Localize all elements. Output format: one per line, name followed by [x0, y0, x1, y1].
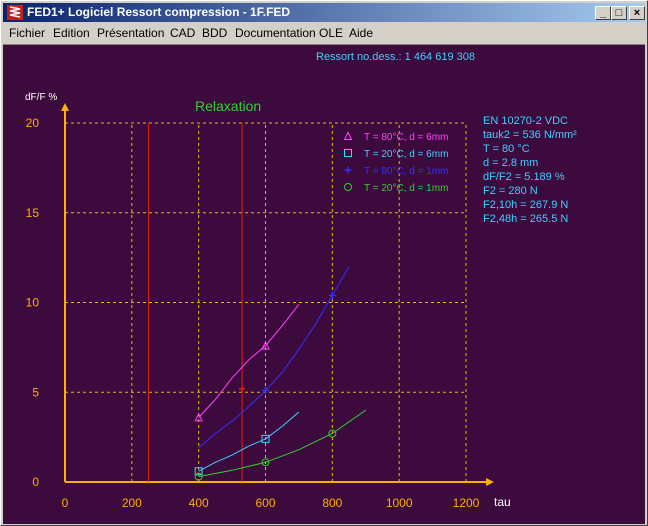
series-line-2 — [198, 411, 300, 472]
info-relaxation: dF/F2 = 5.189 % — [483, 171, 565, 183]
menu-presentation[interactable]: Présentation — [97, 26, 164, 40]
y-tick-label: 5 — [32, 385, 39, 399]
info-panel: EN 10270-2 VDC tauk2 = 536 N/mm² T = 80 … — [483, 115, 577, 225]
menu-ole[interactable]: OLE — [319, 26, 343, 40]
menu-fichier[interactable]: Fichier — [9, 26, 45, 40]
legend-entry-4: T = 20°C, d = 1mm — [364, 183, 448, 194]
chart-area: Ressort no.dess.: 1 464 619 308 Relaxati… — [3, 44, 645, 524]
data-point-3 — [328, 291, 336, 299]
y-axis-label: dF/F % — [25, 92, 57, 103]
plot-group: 0 200 400 600 800 1000 1200 0 5 10 15 20 T = 80°C, d… — [26, 103, 494, 510]
y-tick-label: 20 — [26, 116, 40, 130]
cursor-point-marker — [239, 385, 246, 392]
y-axis-arrow — [61, 103, 69, 111]
title-bar[interactable]: FED1+ Logiciel Ressort compression - 1F.… — [3, 3, 645, 22]
legend-entry-2: T = 20°C, d = 6mm — [364, 149, 448, 160]
x-axis-label: tau — [494, 495, 511, 509]
menu-documentation[interactable]: Documentation — [235, 26, 316, 40]
series-line-3 — [198, 266, 350, 449]
drawing-number: Ressort no.dess.: 1 464 619 308 — [316, 51, 475, 63]
y-tick-label: 0 — [32, 475, 39, 489]
legend-marker-4 — [344, 183, 352, 191]
series-line-4 — [198, 409, 367, 478]
info-temperature: T = 80 °C — [483, 143, 530, 155]
x-tick-label: 600 — [255, 496, 275, 510]
series-line-1 — [198, 303, 300, 418]
x-axis-arrow — [486, 478, 494, 486]
close-button[interactable]: × — [629, 6, 645, 20]
menu-aide[interactable]: Aide — [349, 26, 373, 40]
minimize-button[interactable]: _ — [595, 6, 611, 20]
y-tick-label: 15 — [26, 206, 40, 220]
info-f2-48h: F2,48h = 265.5 N — [483, 213, 568, 225]
legend-marker-1 — [343, 131, 353, 140]
legend-entry-1: T = 80°C, d = 6mm — [364, 132, 448, 143]
relaxation-chart: Ressort no.dess.: 1 464 619 308 Relaxati… — [25, 51, 577, 510]
spring-icon — [7, 5, 23, 20]
info-tauk2: tauk2 = 536 N/mm² — [483, 129, 577, 141]
y-tick-label: 10 — [26, 296, 40, 310]
maximize-button[interactable]: □ — [611, 6, 627, 20]
app-window: FED1+ Logiciel Ressort compression - 1F.… — [0, 0, 648, 526]
info-material: EN 10270-2 VDC — [483, 115, 568, 127]
chart-title: Relaxation — [195, 98, 261, 114]
x-tick-label: 0 — [62, 496, 69, 510]
menu-cad[interactable]: CAD — [170, 26, 195, 40]
info-diameter: d = 2.8 mm — [483, 157, 538, 169]
x-tick-label: 800 — [322, 496, 342, 510]
legend-entry-3: T = 80°C, d = 1mm — [364, 166, 448, 177]
info-f2-10h: F2,10h = 267.9 N — [483, 199, 568, 211]
menu-bar: Fichier Edition Présentation CAD BDD Doc… — [3, 24, 645, 42]
menu-bdd[interactable]: BDD — [202, 26, 227, 40]
x-tick-label: 400 — [189, 496, 209, 510]
x-tick-label: 200 — [122, 496, 142, 510]
menu-edition[interactable]: Edition — [53, 26, 90, 40]
legend-marker-2 — [344, 149, 352, 157]
legend-marker-3 — [344, 166, 352, 174]
info-f2: F2 = 280 N — [483, 185, 538, 197]
x-tick-label: 1000 — [386, 496, 413, 510]
x-tick-label: 1200 — [453, 496, 480, 510]
window-title: FED1+ Logiciel Ressort compression - 1F.… — [27, 5, 291, 19]
